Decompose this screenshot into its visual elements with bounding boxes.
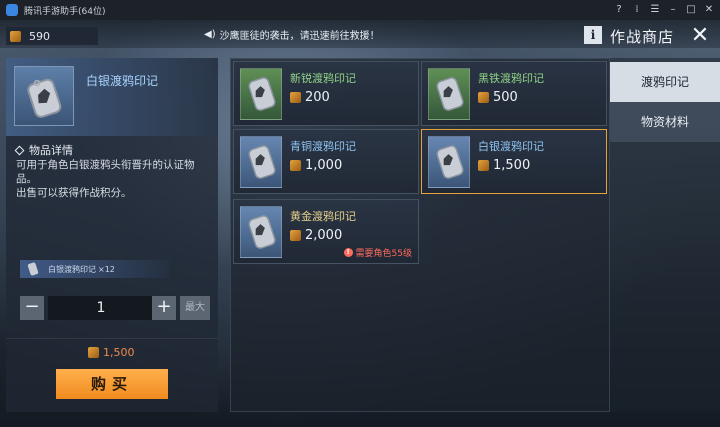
shop-item-grid: 新锐渡鸦印记 200 黑铁渡鸦印记 500 青铜渡鸦印记 1,000 白银渡鸦印… [230, 58, 610, 412]
item-price-value: 1,500 [493, 158, 531, 173]
maximize-button[interactable]: □ [684, 3, 698, 17]
dogtag-icon [436, 145, 464, 179]
level-requirement: ! 需要角色55级 [343, 246, 412, 259]
coin-icon [290, 92, 301, 103]
item-detail-panel: 白银渡鸦印记 物品详情 可用于角色白银渡鸦头衔晋升的认证物品。 出售可以获得作战… [6, 58, 218, 412]
total-price: 1,500 [88, 346, 135, 359]
item-description: 可用于角色白银渡鸦头衔晋升的认证物品。 出售可以获得作战积分。 [16, 159, 195, 199]
item-price-value: 200 [305, 90, 330, 105]
dogtag-icon [248, 145, 276, 179]
item-thumbnail [428, 68, 470, 120]
app-icon [6, 4, 18, 16]
item-price: 1,500 [478, 158, 530, 173]
item-price: 500 [478, 90, 518, 105]
tab-supply-materials[interactable]: 物资材料 [610, 102, 720, 142]
max-quantity-button[interactable]: 最大 [180, 296, 210, 320]
coin-icon [478, 92, 489, 103]
speaker-icon: ◀) [204, 28, 216, 40]
decrease-quantity-button[interactable]: − [20, 296, 44, 320]
level-requirement-text: 需要角色55级 [355, 249, 412, 259]
owned-item-name: 白银渡鸦印记 [48, 264, 96, 274]
total-price-value: 1,500 [103, 346, 135, 359]
currency-display: 590 [6, 27, 98, 45]
window-controls: ? ⁞ ☰ – □ ✕ [612, 0, 716, 20]
item-thumbnail [240, 68, 282, 120]
menu-icon[interactable]: ☰ [648, 3, 662, 17]
quantity-input[interactable]: 1 [48, 296, 154, 320]
broadcast-text: 沙鹰匪徒的袭击，请迅速前往救援！ [219, 30, 380, 42]
currency-value: 590 [29, 29, 50, 43]
help-icon[interactable]: ? [612, 3, 626, 17]
shop-item-card[interactable]: 黄金渡鸦印记 2,000 ! 需要角色55级 [233, 199, 419, 264]
item-price: 2,000 [290, 228, 342, 243]
close-shop-button[interactable]: ✕ [688, 24, 712, 48]
selected-item-name: 白银渡鸦印记 [86, 74, 159, 88]
game-topbar: 590 ◀) 沙鹰匪徒的袭击，请迅速前往救援！ i 作战商店 ✕ [0, 20, 720, 48]
minimize-button[interactable]: – [666, 3, 680, 17]
item-name: 黑铁渡鸦印记 [478, 72, 544, 85]
tab-raven-marks[interactable]: 渡鸦印记 [610, 62, 720, 102]
owned-quantity-bar: 白银渡鸦印记 ×12 [20, 260, 170, 278]
increase-quantity-button[interactable]: + [152, 296, 176, 320]
broadcast-banner: ◀) 沙鹰匪徒的袭击，请迅速前往救援！ [204, 26, 380, 42]
detail-header: 白银渡鸦印记 [6, 58, 218, 136]
window-titlebar: 腾讯手游助手(64位) ? ⁞ ☰ – □ ✕ [0, 0, 720, 20]
close-window-button[interactable]: ✕ [702, 3, 716, 17]
item-thumbnail [240, 206, 282, 258]
item-name: 黄金渡鸦印记 [290, 210, 356, 223]
shop-category-tabs: 渡鸦印记 物资材料 [610, 58, 720, 412]
shop-item-card[interactable]: 青铜渡鸦印记 1,000 [233, 129, 419, 194]
item-price-value: 2,000 [305, 228, 343, 243]
item-name: 青铜渡鸦印记 [290, 140, 356, 153]
item-thumbnail [240, 136, 282, 188]
shop-item-card[interactable]: 黑铁渡鸦印记 500 [421, 61, 607, 126]
buy-button[interactable]: 购买 [56, 369, 168, 399]
diamond-icon [14, 145, 25, 156]
divider [6, 338, 218, 339]
quantity-stepper: − 1 + 最大 [20, 296, 216, 320]
dogtag-mini-icon [27, 262, 39, 276]
owned-item-count: ×12 [98, 264, 115, 274]
shop-item-card-selected[interactable]: 白银渡鸦印记 1,500 [421, 129, 607, 194]
coin-icon [290, 230, 301, 241]
selected-item-image [14, 66, 74, 126]
item-thumbnail [428, 136, 470, 188]
dogtag-icon [436, 77, 464, 111]
dogtag-icon [248, 215, 276, 249]
item-price-value: 500 [493, 90, 518, 105]
window-title: 腾讯手游助手(64位) [24, 6, 106, 17]
coin-icon [88, 347, 99, 358]
item-price: 200 [290, 90, 330, 105]
warning-icon: ! [343, 248, 353, 257]
item-name: 白银渡鸦印记 [478, 140, 544, 153]
coin-icon [290, 160, 301, 171]
item-name: 新锐渡鸦印记 [290, 72, 356, 85]
dogtag-icon [248, 77, 276, 111]
item-price: 1,000 [290, 158, 342, 173]
coin-icon [478, 160, 489, 171]
details-heading-text: 物品详情 [29, 144, 73, 157]
dogtag-icon [27, 78, 62, 118]
details-heading: 物品详情 [14, 142, 73, 158]
coin-icon [10, 30, 21, 42]
shop-title: 作战商店 [610, 28, 675, 46]
info-button[interactable]: i [584, 26, 602, 44]
shop-item-card[interactable]: 新锐渡鸦印记 200 [233, 61, 419, 126]
more-icon[interactable]: ⁞ [630, 3, 644, 17]
item-price-value: 1,000 [305, 158, 343, 173]
